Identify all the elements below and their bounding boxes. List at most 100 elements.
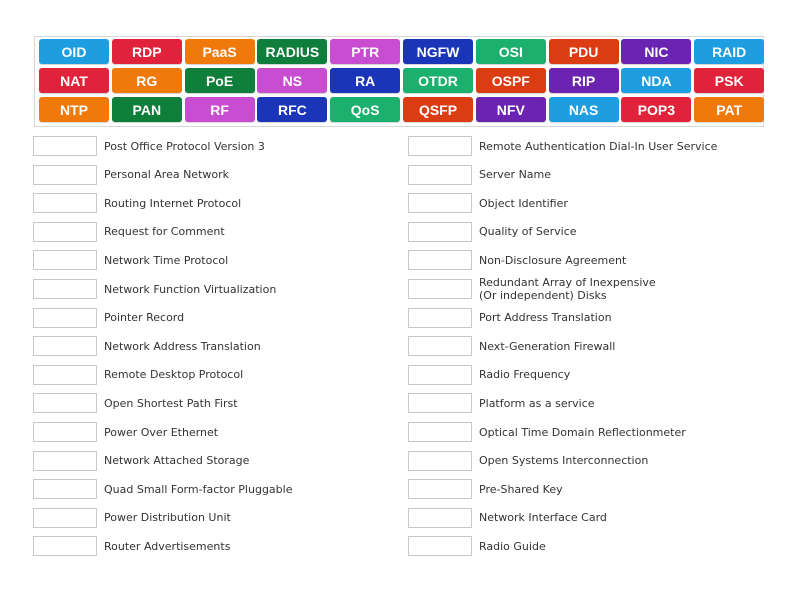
definition-label: Port Address Translation — [479, 311, 612, 325]
answer-tile-radius[interactable]: RADIUS — [257, 39, 328, 64]
answer-tile-pdu[interactable]: PDU — [548, 39, 619, 64]
answer-tile-nfv[interactable]: NFV — [475, 97, 546, 122]
answer-drop-box[interactable] — [33, 193, 97, 214]
answer-drop-box[interactable] — [33, 393, 97, 414]
answer-tile-ns[interactable]: NS — [257, 68, 328, 93]
definition-label: Radio Guide — [479, 539, 546, 553]
definition-label: Network Attached Storage — [104, 454, 250, 468]
answer-drop-box[interactable] — [33, 507, 97, 528]
right-definition-row: Optical Time Domain Reflectionmeter — [408, 421, 686, 443]
right-definition-row: Object Identifier — [408, 192, 568, 214]
left-definition-row: Open Shortest Path First — [33, 392, 238, 414]
answer-tile-pat[interactable]: PAT — [694, 97, 765, 122]
answer-drop-box[interactable] — [408, 422, 472, 442]
left-definition-row: Post Office Protocol Version 3 — [33, 135, 265, 157]
answer-drop-box[interactable] — [408, 536, 472, 557]
answer-drop-box[interactable] — [408, 393, 472, 414]
definition-label: Pre-Shared Key — [479, 482, 563, 496]
left-definition-row: Quad Small Form-factor Pluggable — [33, 478, 292, 500]
answer-tile-rf[interactable]: RF — [184, 97, 255, 122]
left-definition-row: Pointer Record — [33, 307, 184, 329]
answer-tile-ntp[interactable]: NTP — [39, 97, 109, 122]
definition-label: Network Address Translation — [104, 339, 261, 353]
right-definition-row: Pre-Shared Key — [408, 478, 563, 500]
definition-label: Network Interface Card — [479, 511, 607, 525]
tile-bank: OID RDP PaaS RADIUS PTR NGFW OSI PDU NIC RAID NAT R… — [34, 36, 765, 127]
definition-label: Request for Comment — [104, 225, 225, 239]
answer-tile-poe[interactable]: PoE — [184, 68, 255, 93]
answer-drop-box[interactable] — [408, 479, 472, 500]
answer-drop-box[interactable] — [33, 250, 97, 271]
answer-drop-box[interactable] — [408, 193, 472, 214]
right-definition-row: Open Systems Interconnection — [408, 450, 648, 472]
definition-label: Server Name — [479, 168, 552, 182]
right-definition-row: Remote Authentication Dial-In User Servi… — [408, 135, 717, 157]
definition-label: Routing Internet Protocol — [104, 196, 242, 210]
left-definition-row: Power Distribution Unit — [33, 507, 231, 529]
answer-drop-box[interactable] — [33, 136, 97, 156]
left-definition-row: Router Advertisements — [33, 535, 230, 557]
answer-drop-box[interactable] — [33, 221, 97, 242]
definition-label: Optical Time Domain Reflectionmeter — [479, 425, 686, 439]
answer-tile-ospf[interactable]: OSPF — [475, 68, 546, 93]
definition-label: Remote Authentication Dial-In User Servi… — [479, 139, 718, 153]
answer-drop-box[interactable] — [408, 250, 472, 271]
answer-tile-oid[interactable]: OID — [39, 39, 109, 64]
right-definition-row: Server Name — [408, 164, 551, 186]
answer-drop-box[interactable] — [408, 136, 472, 156]
answer-drop-box[interactable] — [408, 279, 472, 299]
left-definition-row: Network Address Translation — [33, 335, 261, 357]
answer-tile-pop3[interactable]: POP3 — [621, 97, 692, 122]
answer-tile-paas[interactable]: PaaS — [184, 39, 255, 64]
answer-drop-box[interactable] — [408, 164, 472, 185]
definition-label: Quality of Service — [479, 225, 577, 239]
answer-tile-ra[interactable]: RA — [330, 68, 401, 93]
left-definition-row: Remote Desktop Protocol — [33, 364, 243, 386]
answer-tile-otdr[interactable]: OTDR — [403, 68, 473, 93]
left-definition-row: Personal Area Network — [33, 164, 229, 186]
answer-drop-box[interactable] — [33, 164, 97, 185]
definition-label: Power Over Ethernet — [104, 425, 219, 439]
answer-tile-nda[interactable]: NDA — [621, 68, 692, 93]
right-definition-row: Radio Guide — [408, 535, 546, 557]
answer-tile-rip[interactable]: RIP — [548, 68, 619, 93]
answer-drop-box[interactable] — [408, 450, 472, 471]
definition-label: Network Time Protocol — [104, 253, 229, 267]
answer-tile-psk[interactable]: PSK — [694, 68, 765, 93]
answer-tile-raid[interactable]: RAID — [694, 39, 765, 64]
answer-drop-box[interactable] — [408, 336, 472, 357]
answer-tile-rg[interactable]: RG — [111, 68, 182, 93]
answer-drop-box[interactable] — [33, 536, 97, 557]
left-definition-row: Power Over Ethernet — [33, 421, 218, 443]
left-definition-row: Network Function Virtualization — [33, 278, 276, 300]
right-definition-row: Platform as a service — [408, 392, 595, 414]
answer-tile-qsfp[interactable]: QSFP — [403, 97, 473, 122]
answer-drop-box[interactable] — [408, 507, 472, 528]
answer-tile-nas[interactable]: NAS — [548, 97, 619, 122]
answer-drop-box[interactable] — [33, 450, 97, 471]
left-definition-row: Network Time Protocol — [33, 249, 228, 271]
answer-tile-nat[interactable]: NAT — [39, 68, 109, 93]
answer-drop-box[interactable] — [33, 307, 97, 328]
answer-tile-osi[interactable]: OSI — [475, 39, 546, 64]
answer-tile-rdp[interactable]: RDP — [111, 39, 182, 64]
answer-tile-rfc[interactable]: RFC — [257, 97, 328, 122]
definition-label: Next-Generation Firewall — [479, 339, 616, 353]
definition-label: Post Office Protocol Version 3 — [104, 139, 265, 153]
answer-tile-nic[interactable]: NIC — [621, 39, 692, 64]
answer-tile-qos[interactable]: QoS — [330, 97, 401, 122]
answer-drop-box[interactable] — [33, 364, 97, 385]
answer-drop-box[interactable] — [33, 279, 97, 299]
answer-drop-box[interactable] — [408, 307, 472, 328]
answer-drop-box[interactable] — [33, 479, 97, 500]
answer-tile-pan[interactable]: PAN — [111, 97, 182, 122]
definition-label: Redundant Array of Inexpensive (Or indep… — [479, 276, 656, 302]
answer-drop-box[interactable] — [33, 336, 97, 357]
answer-drop-box[interactable] — [408, 364, 472, 385]
definition-label: Router Advertisements — [104, 539, 231, 553]
answer-drop-box[interactable] — [33, 422, 97, 442]
answer-tile-ptr[interactable]: PTR — [330, 39, 401, 64]
answer-drop-box[interactable] — [408, 221, 472, 242]
answer-tile-ngfw[interactable]: NGFW — [403, 39, 473, 64]
right-definition-row: Next-Generation Firewall — [408, 335, 615, 357]
